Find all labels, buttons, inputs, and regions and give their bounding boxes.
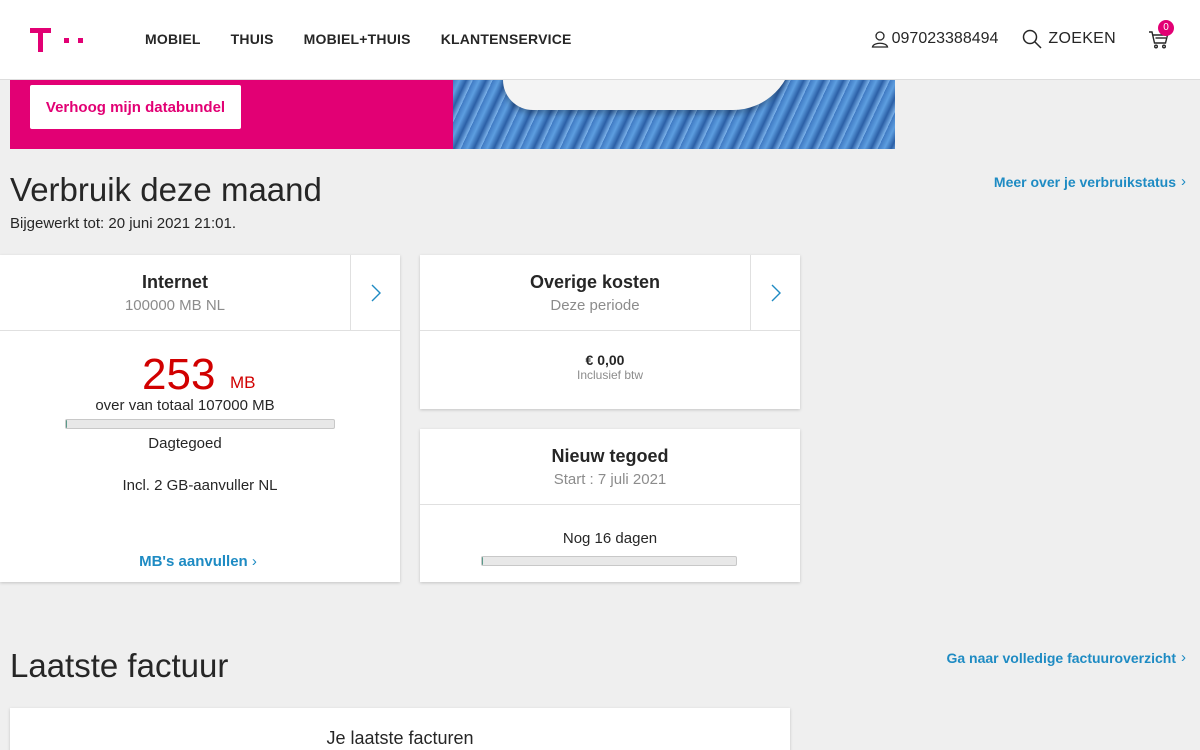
usage-more-link[interactable]: Meer over je verbruikstatus › bbox=[994, 173, 1186, 190]
logo-dot bbox=[64, 38, 69, 43]
other-costs-amount: € 0,00 bbox=[585, 352, 625, 368]
account-phone-number: 097023388494 bbox=[891, 30, 999, 47]
search-icon bbox=[1023, 29, 1042, 49]
search-button[interactable]: ZOEKEN bbox=[1022, 29, 1116, 49]
chevron-right-icon bbox=[371, 284, 381, 302]
days-left-text: Nog 16 dagen bbox=[562, 530, 658, 547]
other-costs-card-header[interactable]: Overige kosten Deze periode bbox=[420, 255, 800, 331]
addon-info: Incl. 2 GB-aanvuller NL bbox=[122, 477, 278, 494]
logo-t-stem bbox=[38, 28, 43, 52]
user-icon bbox=[871, 31, 888, 48]
main-nav: MOBIEL THUIS MOBIEL+THUIS KLANTENSERVICE bbox=[145, 31, 572, 47]
cart-count-badge: 0 bbox=[1158, 20, 1174, 36]
new-credit-card-header: Nieuw tegoed Start : 7 juli 2021 bbox=[420, 429, 800, 505]
latest-invoices-card: Je laatste facturen bbox=[10, 708, 790, 750]
usage-updated-timestamp: Bijgewerkt tot: 20 juni 2021 21:01. bbox=[10, 215, 236, 232]
internet-card-subtitle: 100000 MB NL bbox=[124, 297, 226, 314]
header-actions: 097023388494 ZOEKEN 0 bbox=[871, 20, 1174, 50]
data-usage-bar-fill bbox=[66, 420, 67, 428]
other-costs-card-title: Overige kosten bbox=[529, 272, 661, 292]
new-credit-card-title: Nieuw tegoed bbox=[551, 446, 669, 466]
search-label: ZOEKEN bbox=[1048, 30, 1116, 47]
invoice-title: Laatste factuur bbox=[10, 647, 229, 684]
other-costs-card: Overige kosten Deze periode € 0,00 Inclu… bbox=[420, 255, 800, 409]
daily-credit-label: Dagtegoed bbox=[148, 435, 222, 452]
usage-more-link-label: Meer over je verbruikstatus bbox=[993, 173, 1176, 190]
nav-item-mobiel-thuis[interactable]: MOBIEL+THUIS bbox=[304, 31, 411, 47]
increase-data-bundle-button[interactable]: Verhoog mijn databundel bbox=[30, 85, 241, 129]
internet-card-arrow[interactable] bbox=[350, 255, 400, 331]
internet-card-title: Internet bbox=[141, 272, 208, 292]
chevron-right-icon bbox=[771, 284, 781, 302]
internet-card: Internet 100000 MB NL 253 MB over van to… bbox=[0, 255, 400, 582]
remaining-data-text: over van totaal 107000 MB bbox=[95, 397, 275, 414]
internet-card-header[interactable]: Internet 100000 MB NL bbox=[0, 255, 400, 331]
invoice-overview-link-label: Ga naar volledige factuuroverzicht bbox=[946, 649, 1176, 666]
period-progress-bar bbox=[481, 556, 737, 566]
chevron-right-icon: › bbox=[251, 553, 257, 570]
top-up-mb-link-label: MB's aanvullen bbox=[139, 553, 248, 570]
banner-sneaker-graphic bbox=[503, 80, 793, 110]
chevron-right-icon: › bbox=[1181, 649, 1186, 666]
data-usage-bar bbox=[65, 419, 335, 429]
invoice-overview-link[interactable]: Ga naar volledige factuuroverzicht › bbox=[946, 649, 1186, 666]
other-costs-card-subtitle: Deze periode bbox=[550, 297, 640, 314]
period-progress-bar-fill bbox=[482, 557, 484, 565]
new-credit-card-subtitle: Start : 7 juli 2021 bbox=[553, 471, 667, 488]
remaining-data-unit: MB bbox=[230, 373, 256, 392]
new-credit-card: Nieuw tegoed Start : 7 juli 2021 Nog 16 … bbox=[420, 429, 800, 582]
account-link[interactable]: 097023388494 bbox=[871, 30, 999, 48]
vat-note: Inclusief btw bbox=[576, 368, 644, 382]
site-header: MOBIEL THUIS MOBIEL+THUIS KLANTENSERVICE… bbox=[0, 0, 1200, 80]
other-costs-card-arrow[interactable] bbox=[750, 255, 800, 331]
logo-dot bbox=[78, 38, 83, 43]
banner-image bbox=[453, 80, 895, 149]
promo-banner: Verhoog mijn databundel bbox=[10, 80, 895, 149]
latest-invoices-title: Je laatste facturen bbox=[326, 728, 474, 748]
chevron-right-icon: › bbox=[1181, 173, 1186, 190]
nav-item-thuis[interactable]: THUIS bbox=[231, 31, 274, 47]
nav-item-mobiel[interactable]: MOBIEL bbox=[145, 31, 201, 47]
cart-button[interactable]: 0 bbox=[1148, 20, 1174, 50]
nav-item-klantenservice[interactable]: KLANTENSERVICE bbox=[441, 31, 572, 47]
telekom-logo[interactable] bbox=[30, 28, 90, 52]
top-up-mb-link[interactable]: MB's aanvullen › bbox=[0, 553, 396, 570]
banner-panel: Verhoog mijn databundel bbox=[10, 80, 453, 149]
usage-title: Verbruik deze maand bbox=[10, 171, 322, 208]
remaining-data-value: 253 bbox=[142, 350, 216, 399]
